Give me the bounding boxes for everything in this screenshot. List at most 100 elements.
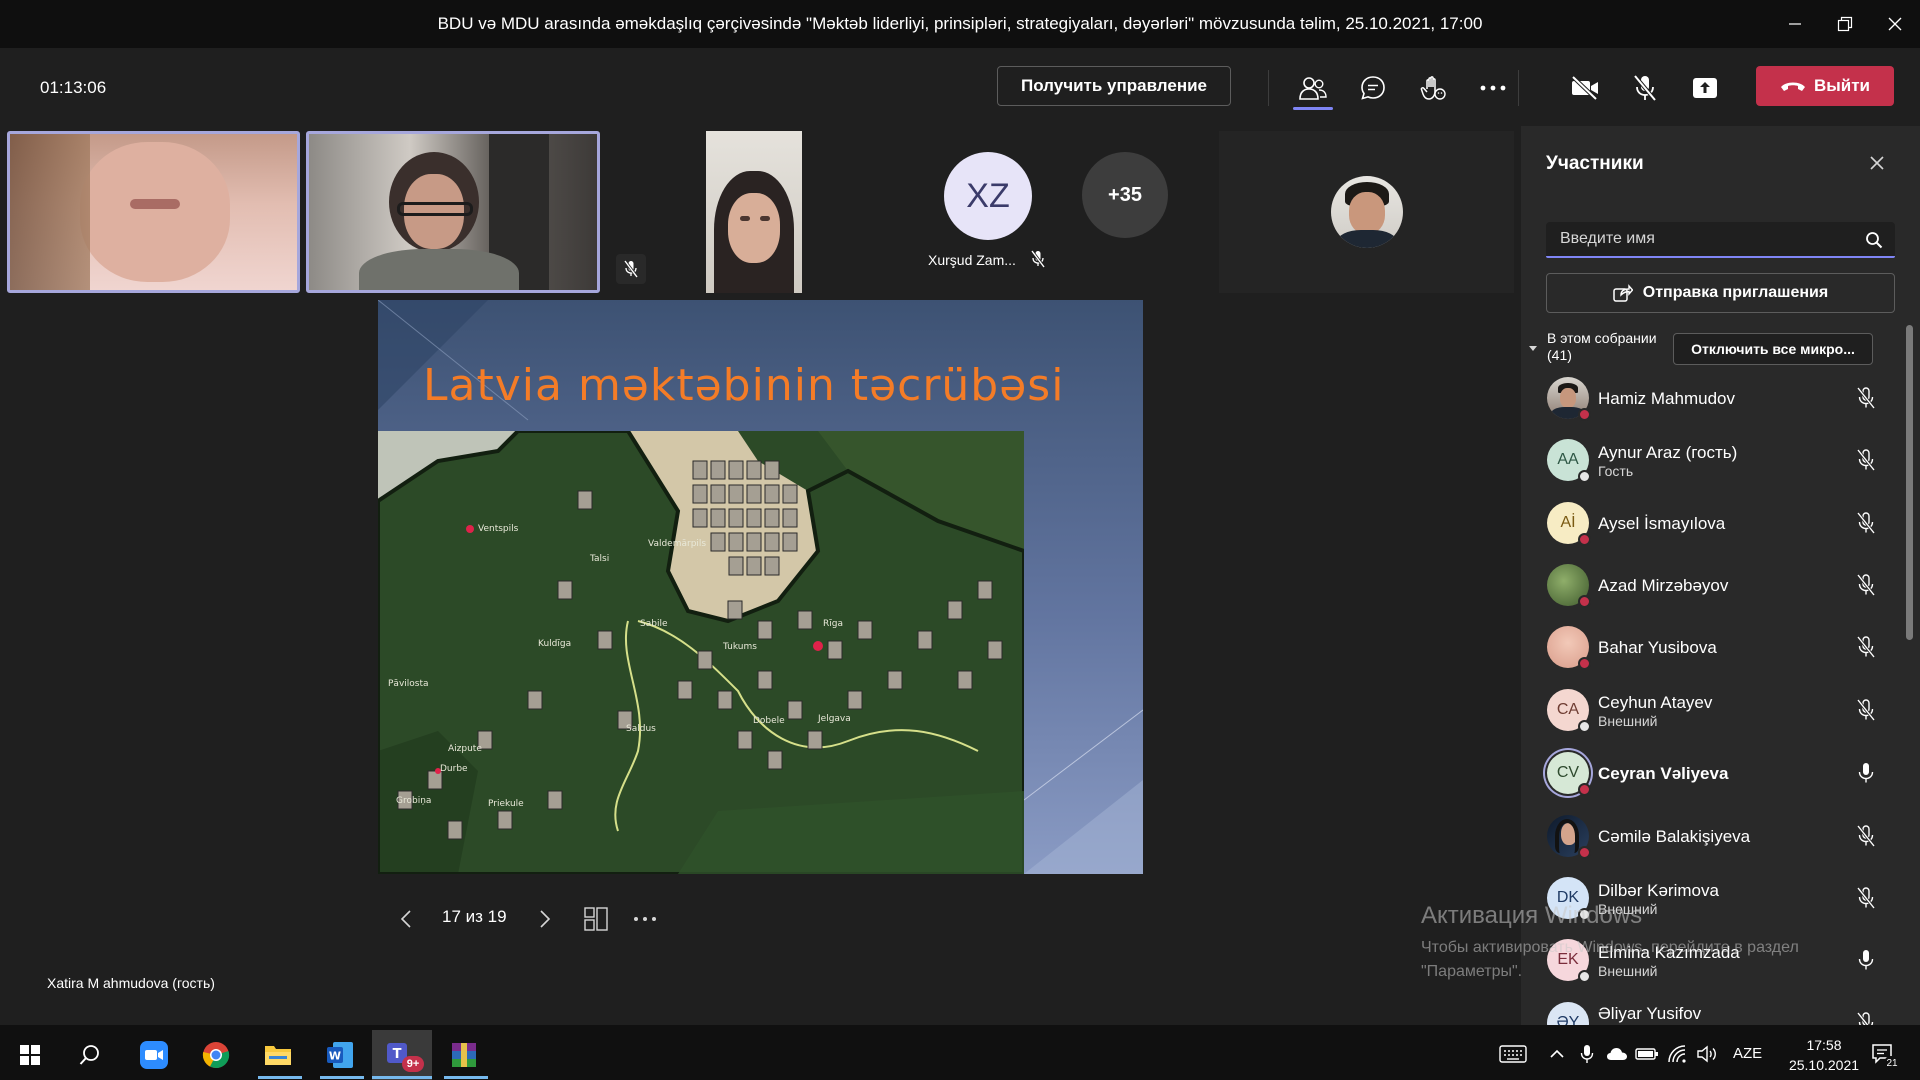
share-tray-icon <box>1693 78 1717 98</box>
close-window-button[interactable] <box>1872 0 1918 48</box>
eye-shape <box>740 216 750 221</box>
participant-search-input[interactable] <box>1560 222 1850 256</box>
input-language[interactable]: AZE <box>1733 1045 1762 1062</box>
tray-onedrive-icon[interactable] <box>1605 1042 1629 1066</box>
leave-meeting-button[interactable]: Выйти <box>1756 66 1894 106</box>
previous-slide-button[interactable] <box>392 906 420 932</box>
take-control-button[interactable]: Получить управление <box>997 66 1231 106</box>
mute-all-button[interactable]: Отключить все микро... <box>1673 333 1873 365</box>
participant-mic-status <box>1853 1010 1879 1025</box>
suit-shape <box>1337 230 1397 248</box>
raise-hand-button[interactable] <box>1413 68 1453 108</box>
more-icon <box>1480 85 1506 91</box>
map-label: Durbe <box>440 764 468 774</box>
touch-keyboard-button[interactable] <box>1498 1042 1528 1066</box>
tray-wifi-icon[interactable] <box>1665 1042 1689 1066</box>
participant-row[interactable]: AA Aynur Araz (гость) Гость <box>1541 433 1901 489</box>
zoom-app-icon <box>140 1041 168 1069</box>
participants-button[interactable] <box>1293 68 1333 108</box>
section-in-meeting-label[interactable]: В этом собрании (41) <box>1547 330 1677 364</box>
mic-off-icon <box>1856 387 1876 409</box>
slide-more-button[interactable] <box>630 905 660 933</box>
tray-overflow-button[interactable] <box>1545 1042 1569 1066</box>
mic-off-icon <box>1856 699 1876 721</box>
svg-text:W: W <box>329 1050 341 1063</box>
share-screen-button[interactable] <box>1685 68 1725 108</box>
video-tile-participant-3[interactable] <box>706 131 802 293</box>
participant-role: Внешний <box>1598 713 1658 729</box>
tray-mic-icon[interactable] <box>1575 1042 1599 1066</box>
participant-row[interactable]: Hamiz Mahmudov <box>1541 371 1901 427</box>
taskbar-zoom-app[interactable] <box>124 1030 184 1080</box>
tray-battery-icon[interactable] <box>1635 1042 1659 1066</box>
grid-view-icon <box>584 907 608 931</box>
participant-row-speaking[interactable]: CV Ceyran Vəliyeva <box>1541 746 1901 802</box>
mic-off-icon <box>623 260 639 278</box>
face-shape <box>1560 388 1576 408</box>
search-icon <box>79 1045 99 1065</box>
send-invite-button[interactable]: Отправка приглашения <box>1546 273 1895 313</box>
taskbar-search-button[interactable] <box>60 1030 120 1080</box>
face-shape <box>1349 192 1385 234</box>
participant-row[interactable]: Cəmilə Balakişiyeva <box>1541 809 1901 865</box>
minimize-button[interactable] <box>1772 0 1818 48</box>
participant-row[interactable]: ƏY Əliyar Yusifov <box>1541 996 1901 1025</box>
participant-name: Cəmilə Balakişiyeva <box>1598 827 1751 846</box>
mic-off-icon <box>1856 1012 1874 1025</box>
running-app-indicator <box>320 1076 364 1079</box>
video-tile-participant-2[interactable] <box>306 131 600 293</box>
speaker-icon <box>1697 1045 1716 1063</box>
participant-row[interactable]: Aİ Aysel İsmayılova <box>1541 496 1901 552</box>
camera-toggle-button[interactable] <box>1565 68 1605 108</box>
taskbar-winrar-app[interactable] <box>434 1030 494 1080</box>
video-tile-participant-1[interactable] <box>7 131 300 293</box>
taskbar-teams-app[interactable]: T 9+ <box>372 1030 432 1080</box>
collapse-section-toggle[interactable] <box>1528 340 1538 351</box>
video-tile-participant-5[interactable] <box>1219 131 1514 293</box>
face-shape <box>80 142 230 282</box>
mic-off-icon <box>1856 887 1876 909</box>
word-app-icon: W <box>327 1042 353 1068</box>
more-actions-button[interactable] <box>1473 68 1513 108</box>
map-label: Priekule <box>488 799 524 809</box>
map-label: Kuldīga <box>538 639 571 649</box>
running-app-indicator <box>372 1076 432 1079</box>
next-slide-button[interactable] <box>531 906 559 932</box>
restore-button[interactable] <box>1822 0 1868 48</box>
action-center-button[interactable]: 21 <box>1866 1042 1900 1070</box>
participant-row[interactable]: CA Ceyhun Atayev Внешний <box>1541 683 1901 739</box>
chat-icon <box>1361 76 1385 100</box>
close-panel-button[interactable] <box>1862 148 1892 178</box>
chrome-app-icon <box>202 1042 230 1069</box>
tray-volume-icon[interactable] <box>1695 1042 1719 1066</box>
mic-off-icon <box>1856 512 1876 534</box>
search-icon[interactable] <box>1865 231 1883 249</box>
slide-counter: 17 из 19 <box>442 907 507 926</box>
slide-overview-button[interactable] <box>582 905 610 933</box>
activation-watermark-title: Активация Windows <box>1421 902 1643 929</box>
taskbar-chrome-app[interactable] <box>186 1030 246 1080</box>
eye-shape <box>760 216 770 221</box>
clock-date: 25.10.2021 <box>1788 1057 1860 1073</box>
toolbar-divider <box>1268 70 1269 106</box>
keyboard-icon <box>1499 1045 1527 1063</box>
participant-row[interactable]: Azad Mirzəbəyov <box>1541 558 1901 614</box>
chat-button[interactable] <box>1353 68 1393 108</box>
participant-mic-status <box>1853 447 1879 473</box>
system-clock[interactable]: 17:58 25.10.2021 <box>1774 1035 1874 1075</box>
face-shape <box>728 193 780 263</box>
shoulders-shape <box>359 249 519 290</box>
map-label: Aizpute <box>448 744 482 754</box>
tile-muted-indicator <box>616 254 646 284</box>
panel-scrollbar[interactable] <box>1906 325 1913 640</box>
mic-toggle-button[interactable] <box>1625 68 1665 108</box>
taskbar-file-explorer-app[interactable] <box>248 1030 308 1080</box>
participant-mic-status <box>1853 572 1879 598</box>
cloud-icon <box>1607 1048 1627 1060</box>
avatar-xz[interactable]: XZ <box>944 152 1032 240</box>
mouth-shape <box>130 199 180 209</box>
start-button[interactable] <box>0 1030 60 1080</box>
participant-row[interactable]: Bahar Yusibova <box>1541 620 1901 676</box>
overflow-participants-button[interactable]: +35 <box>1082 152 1168 238</box>
taskbar-word-app[interactable]: W <box>310 1030 370 1080</box>
